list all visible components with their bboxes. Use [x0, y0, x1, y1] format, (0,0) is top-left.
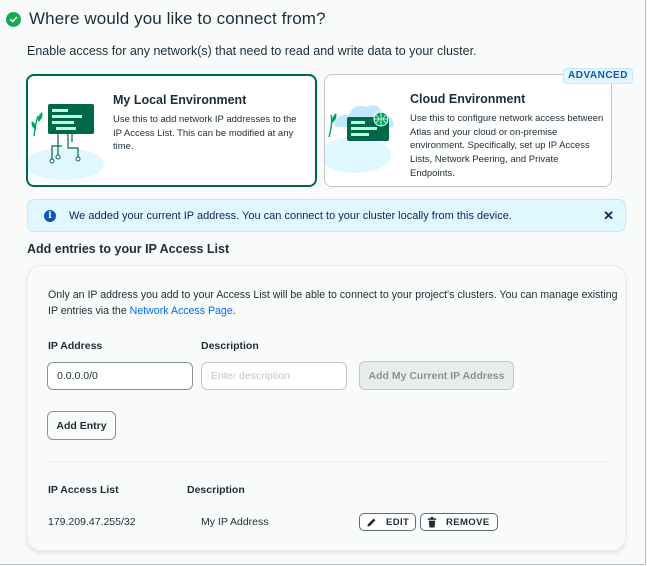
access-list-description: Only an IP address you add to your Acces…	[48, 289, 618, 317]
local-environment-title: My Local Environment	[113, 93, 247, 107]
cloud-environment-option[interactable]: Cloud Environment Use this to configure …	[319, 74, 612, 187]
trash-icon	[427, 516, 437, 528]
ip-access-list-header: IP Access List	[48, 484, 119, 496]
network-access-link[interactable]: Network Access Page	[130, 305, 233, 317]
description-column-header: Description	[187, 484, 245, 496]
access-list-section-title: Add entries to your IP Access List	[27, 242, 230, 256]
page-header: Where would you like to connect from?	[6, 9, 326, 29]
add-current-ip-button[interactable]: Add My Current IP Address	[359, 361, 514, 390]
close-icon[interactable]: ✕	[603, 208, 614, 224]
local-environment-description: Use this to add network IP addresses to …	[113, 114, 297, 153]
add-entry-button[interactable]: Add Entry	[47, 411, 116, 440]
page-subtitle: Enable access for any network(s) that ne…	[27, 44, 477, 58]
info-icon: i	[44, 209, 56, 222]
row-ip-address: 179.209.47.255/32	[48, 516, 136, 528]
edit-button[interactable]: EDIT	[359, 513, 416, 531]
divider	[48, 461, 606, 462]
description-label: Description	[201, 340, 259, 352]
pencil-icon	[366, 517, 377, 528]
cloud-environment-title: Cloud Environment	[410, 92, 526, 106]
local-environment-illustration	[24, 76, 108, 185]
cloud-environment-illustration	[319, 75, 405, 186]
check-circle-icon	[6, 11, 21, 27]
local-environment-option[interactable]: My Local Environment Use this to add net…	[24, 74, 317, 187]
page-title: Where would you like to connect from?	[29, 9, 326, 28]
cloud-environment-description: Use this to configure network access bet…	[410, 113, 604, 179]
ip-address-input[interactable]: 0.0.0.0/0	[47, 362, 193, 390]
description-input[interactable]	[201, 362, 347, 390]
access-list-panel: Only an IP address you add to your Acces…	[27, 265, 626, 551]
banner-message: We added your current IP address. You ca…	[69, 209, 512, 222]
ip-address-label: IP Address	[48, 340, 103, 352]
info-banner: i We added your current IP address. You …	[27, 199, 626, 232]
row-description: My IP Address	[201, 516, 269, 528]
remove-button[interactable]: REMOVE	[420, 513, 498, 531]
advanced-badge: ADVANCED	[563, 68, 633, 84]
